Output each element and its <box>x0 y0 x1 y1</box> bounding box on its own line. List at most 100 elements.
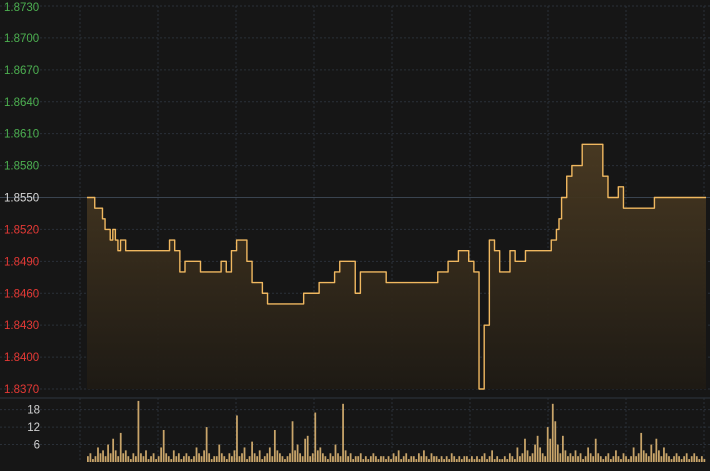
volume-bar <box>344 450 347 462</box>
intraday-chart[interactable]: 1.8730 1.8700 1.8670 1.8640 1.8610 1.8580 1.85… <box>0 0 710 466</box>
volume-bar <box>448 459 451 462</box>
volume-bar <box>683 456 686 462</box>
volume-bar <box>402 456 405 462</box>
volume-bar <box>658 450 660 462</box>
volume-bar <box>453 456 456 462</box>
volume-bar <box>359 453 362 462</box>
price-tick-label: 1.8580 <box>4 161 39 173</box>
volume-bar <box>150 456 152 462</box>
volume-bar <box>387 456 390 462</box>
volume-bar <box>114 450 117 462</box>
volume-bar <box>609 459 612 462</box>
volume-bar <box>460 459 463 462</box>
volume-bar <box>215 456 218 462</box>
volume-bar <box>627 459 630 462</box>
volume-bar <box>347 456 349 462</box>
volume-bar <box>483 453 486 462</box>
volume-bar <box>617 456 620 462</box>
volume-bar <box>663 447 665 462</box>
price-tick-label: 1.8550 <box>4 193 39 205</box>
volume-bar <box>417 453 420 462</box>
volume-bar <box>342 403 344 462</box>
volume-bar <box>213 456 216 462</box>
price-tick-label: 1.8670 <box>4 65 39 77</box>
volume-bar <box>231 456 233 462</box>
volume-bar <box>549 438 552 462</box>
volume-bar <box>155 459 157 462</box>
volume-bar <box>195 447 198 462</box>
volume-bar <box>508 453 511 462</box>
volume-bar <box>620 459 622 462</box>
price-axis-labels: 1.8730 1.8700 1.8670 1.8640 1.8610 1.8580 1.85… <box>4 2 39 396</box>
volume-bar <box>109 453 112 462</box>
volume-bar <box>296 444 299 462</box>
volume-bar <box>645 453 648 462</box>
volume-bar <box>142 456 145 462</box>
volume-bar <box>334 444 337 462</box>
volume-bar <box>309 456 312 462</box>
volume-bar <box>630 456 632 462</box>
volume-bar <box>513 459 516 462</box>
volume-bar <box>225 459 228 462</box>
volume-bar <box>200 456 203 462</box>
volume-bar <box>291 421 294 462</box>
volume-bar <box>104 456 107 462</box>
volume-bar <box>177 453 180 462</box>
volume-bar <box>688 459 691 462</box>
volume-bar <box>622 453 625 462</box>
volume-bar <box>337 453 339 462</box>
volume-bar <box>205 427 208 462</box>
volume-bar <box>455 459 458 462</box>
volume-bar <box>375 456 377 462</box>
price-tick-label: 1.8460 <box>4 288 39 300</box>
volume-bar <box>314 412 317 462</box>
volume-bar <box>145 450 147 462</box>
volume-bar <box>607 453 610 462</box>
volume-bar <box>579 453 582 462</box>
volume-bar <box>410 456 413 462</box>
volume-bar <box>647 456 650 462</box>
volume-bar <box>650 444 653 462</box>
volume-bar <box>673 456 675 462</box>
volume-bar <box>655 438 658 462</box>
volume-bar <box>165 453 168 462</box>
volume-bar <box>587 447 590 462</box>
volume-bar <box>554 421 557 462</box>
volume-bar <box>140 453 142 462</box>
volume-bar <box>445 456 448 462</box>
volume-bar <box>319 447 322 462</box>
volume-bar <box>172 450 175 462</box>
volume-bar <box>597 453 600 462</box>
volume-bar <box>273 430 276 462</box>
volume-bar <box>703 459 706 462</box>
volume-bar <box>286 456 289 462</box>
volume-bar <box>519 456 521 462</box>
volume-bar <box>695 456 698 462</box>
volume-bar <box>279 453 281 462</box>
volume-bar <box>349 453 352 462</box>
volume-bar <box>276 450 279 462</box>
volume-tick-label: 6 <box>34 440 40 452</box>
volume-bar <box>185 453 188 462</box>
volume-bar <box>392 453 395 462</box>
volume-bar <box>496 456 499 462</box>
volume-bar <box>238 456 241 462</box>
price-area <box>87 143 706 390</box>
volume-bar <box>534 444 536 462</box>
volume-bar <box>678 456 680 462</box>
volume-bar <box>529 456 531 462</box>
volume-bar <box>246 459 248 462</box>
volume-bar <box>602 459 605 462</box>
volume-bar <box>443 459 446 462</box>
volume-bar <box>625 456 627 462</box>
volume-bar <box>357 456 360 462</box>
volume-bar <box>420 456 423 462</box>
volume-bar <box>423 450 425 462</box>
intraday-chart-canvas[interactable]: 1.8730 1.8700 1.8670 1.8640 1.8610 1.8580 1.85… <box>0 0 710 466</box>
volume-bar <box>198 453 200 462</box>
volume-bar <box>473 459 476 462</box>
volume-bar <box>321 453 324 462</box>
volume-bar <box>203 450 205 462</box>
volume-bar <box>493 459 496 462</box>
volume-bar <box>481 456 483 462</box>
